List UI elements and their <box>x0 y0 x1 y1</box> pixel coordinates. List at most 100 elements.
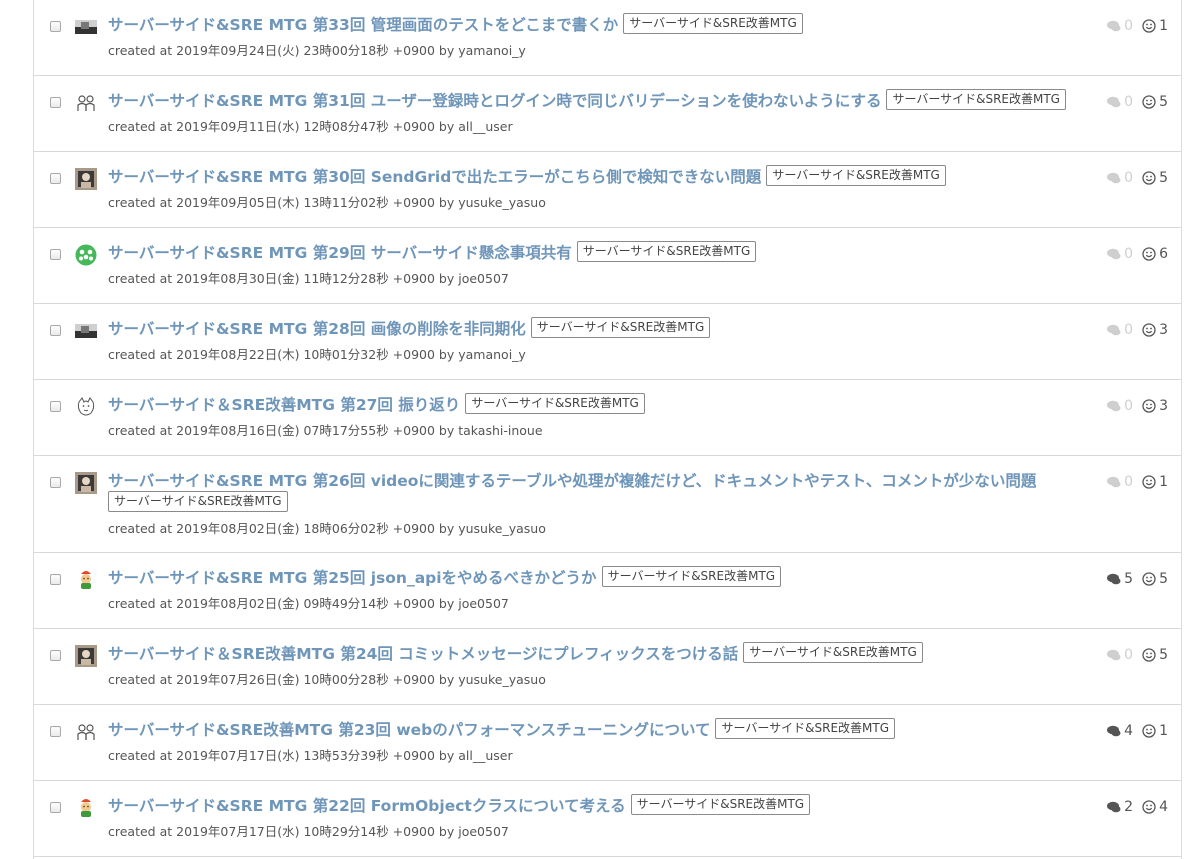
category-tag[interactable]: サーバーサイド&SRE改善MTG <box>630 794 811 815</box>
post-meta: created at 2019年08月16日(金) 07時17分55秒 +090… <box>108 423 543 438</box>
post-meta: created at 2019年09月24日(火) 23時00分18秒 +090… <box>108 43 526 58</box>
select-checkbox[interactable] <box>50 97 61 108</box>
category-tag[interactable]: サーバーサイド&SRE改善MTG <box>465 393 645 414</box>
list-item: サーバーサイド&SRE MTG 第33回 管理画面のテストをどこまで書くか サーバ… <box>34 0 1181 76</box>
category-tag[interactable]: サーバーサイド&SRE改善MTG <box>886 89 1066 110</box>
comment-count[interactable]: 5 <box>1106 571 1133 587</box>
photo-avatar-icon[interactable] <box>75 472 97 494</box>
select-checkbox[interactable] <box>50 173 61 184</box>
smile-icon <box>1142 475 1156 489</box>
select-checkbox[interactable] <box>50 249 61 260</box>
star-count: 1 <box>1142 474 1168 490</box>
post-meta: created at 2019年08月30日(金) 11時12分28秒 +090… <box>108 271 509 286</box>
photo-avatar-icon[interactable] <box>75 645 97 667</box>
smile-icon <box>1142 724 1156 738</box>
comment-icon <box>1107 20 1121 32</box>
post-meta: created at 2019年07月17日(水) 13時53分39秒 +090… <box>108 748 513 763</box>
list-item: サーバーサイド＆SRE改善MTG 第24回 コミットメッセージにプレフィックスを… <box>34 629 1181 705</box>
category-tag[interactable]: サーバーサイド&SRE改善MTG <box>601 566 782 587</box>
comment-count: 0 <box>1106 474 1133 490</box>
post-title-link[interactable]: サーバーサイド＆SRE改善MTG 第27回 振り返り <box>108 396 460 414</box>
comment-icon <box>1107 96 1121 108</box>
category-tag[interactable]: サーバーサイド&SRE改善MTG <box>576 241 757 262</box>
group-avatar-icon[interactable] <box>75 92 97 114</box>
list-item: サーバーサイド&SRE MTG 第29回 サーバーサイド懸念事項共有 サーバーサイ… <box>34 228 1181 304</box>
select-checkbox[interactable] <box>50 325 61 336</box>
list-item: サーバーサイド&SRE MTG 第26回 videoに関連するテーブルや処理が複… <box>34 456 1181 553</box>
photo-avatar-icon[interactable] <box>75 16 97 38</box>
post-title-link[interactable]: サーバーサイド＆SRE改善MTG 第24回 コミットメッセージにプレフィックスを… <box>108 645 738 663</box>
star-count: 3 <box>1142 398 1168 414</box>
smile-icon <box>1142 399 1156 413</box>
category-tag[interactable]: サーバーサイド&SRE改善MTG <box>623 13 803 34</box>
group-avatar-icon[interactable] <box>75 721 97 743</box>
smile-icon <box>1142 95 1156 109</box>
category-tag[interactable]: サーバーサイド&SRE改善MTG <box>108 491 288 512</box>
photo-avatar-icon[interactable] <box>75 168 97 190</box>
select-checkbox[interactable] <box>50 650 61 661</box>
comment-icon <box>1107 801 1121 813</box>
select-checkbox[interactable] <box>50 401 61 412</box>
comment-count: 0 <box>1106 18 1133 34</box>
category-tag[interactable]: サーバーサイド&SRE改善MTG <box>743 642 923 663</box>
category-tag[interactable]: サーバーサイド&SRE改善MTG <box>715 718 896 739</box>
comment-icon <box>1107 476 1121 488</box>
select-checkbox[interactable] <box>50 574 61 585</box>
list-item: サーバーサイド&SRE MTG 第30回 SendGridで出たエラーがこちら側… <box>34 152 1181 228</box>
comment-icon <box>1107 324 1121 336</box>
mascot-avatar-icon[interactable] <box>75 797 97 819</box>
star-count: 4 <box>1142 799 1168 815</box>
comment-icon <box>1107 649 1121 661</box>
comment-count: 0 <box>1106 322 1133 338</box>
post-meta: created at 2019年08月02日(金) 18時06分02秒 +090… <box>108 521 546 536</box>
category-tag[interactable]: サーバーサイド&SRE改善MTG <box>530 317 711 338</box>
post-title-link[interactable]: サーバーサイド&SRE MTG 第22回 FormObjectクラスについて考え… <box>108 797 626 815</box>
post-title-link[interactable]: サーバーサイド&SRE MTG 第30回 SendGridで出たエラーがこちら側… <box>108 168 761 186</box>
post-meta: created at 2019年08月02日(金) 09時49分14秒 +090… <box>108 596 509 611</box>
list-item: サーバーサイド&SRE MTG 第22回 FormObjectクラスについて考え… <box>34 781 1181 857</box>
comment-icon <box>1107 725 1121 737</box>
list-item: サーバーサイド&SRE MTG 第31回 ユーザー登録時とログイン時で同じバリデ… <box>34 76 1181 152</box>
photo-avatar-icon[interactable] <box>75 320 97 342</box>
post-title-link[interactable]: サーバーサイド&SRE MTG 第31回 ユーザー登録時とログイン時で同じバリデ… <box>108 92 881 110</box>
list-item: サーバーサイド＆SRE改善MTG 第27回 振り返り サーバーサイド&SRE改善M… <box>34 380 1181 456</box>
list-item: サーバーサイド&SRE MTG 第28回 画像の削除を非同期化 サーバーサイド&S… <box>34 304 1181 380</box>
smile-icon <box>1142 648 1156 662</box>
post-meta: created at 2019年09月05日(木) 13時11分02秒 +090… <box>108 195 546 210</box>
smile-icon <box>1142 323 1156 337</box>
post-title-link[interactable]: サーバーサイド&SRE MTG 第28回 画像の削除を非同期化 <box>108 320 526 338</box>
comment-icon <box>1107 573 1121 585</box>
sketch-avatar-icon[interactable] <box>75 396 97 418</box>
comment-count: 0 <box>1106 398 1133 414</box>
green-avatar-icon[interactable] <box>75 244 97 266</box>
comment-count: 0 <box>1106 647 1133 663</box>
comment-icon <box>1107 248 1121 260</box>
comment-icon <box>1107 400 1121 412</box>
category-tag[interactable]: サーバーサイド&SRE改善MTG <box>766 165 946 186</box>
smile-icon <box>1142 800 1156 814</box>
select-checkbox[interactable] <box>50 21 61 32</box>
comment-count[interactable]: 2 <box>1106 799 1133 815</box>
smile-icon <box>1142 247 1156 261</box>
select-checkbox[interactable] <box>50 802 61 813</box>
comment-count: 0 <box>1106 170 1133 186</box>
select-checkbox[interactable] <box>50 477 61 488</box>
list-item: サーバーサイド&SRE MTG 第25回 json_apiをやめるべきかどうかサ… <box>34 553 1181 629</box>
post-title-link[interactable]: サーバーサイド&SRE MTG 第25回 json_apiをやめるべきかどうか <box>108 569 597 587</box>
star-count: 1 <box>1142 723 1168 739</box>
smile-icon <box>1142 19 1156 33</box>
mascot-avatar-icon[interactable] <box>75 569 97 591</box>
star-count: 5 <box>1142 170 1168 186</box>
post-meta: created at 2019年07月17日(水) 10時29分14秒 +090… <box>108 824 509 839</box>
post-meta: created at 2019年08月22日(木) 10時01分32秒 +090… <box>108 347 526 362</box>
comment-count: 0 <box>1106 246 1133 262</box>
comment-count[interactable]: 4 <box>1106 723 1133 739</box>
select-checkbox[interactable] <box>50 726 61 737</box>
post-list: サーバーサイド&SRE MTG 第33回 管理画面のテストをどこまで書くか サーバ… <box>33 0 1182 859</box>
star-count: 5 <box>1142 571 1168 587</box>
star-count: 6 <box>1142 246 1168 262</box>
post-title-link[interactable]: サーバーサイド&SRE MTG 第29回 サーバーサイド懸念事項共有 <box>108 244 572 262</box>
post-title-link[interactable]: サーバーサイド&SRE MTG 第26回 videoに関連するテーブルや処理が複… <box>108 472 1036 490</box>
post-title-link[interactable]: サーバーサイド&SRE MTG 第33回 管理画面のテストをどこまで書くか <box>108 16 618 34</box>
post-title-link[interactable]: サーバーサイド&SRE改善MTG 第23回 webのパフォーマンスチューニングに… <box>108 721 710 739</box>
